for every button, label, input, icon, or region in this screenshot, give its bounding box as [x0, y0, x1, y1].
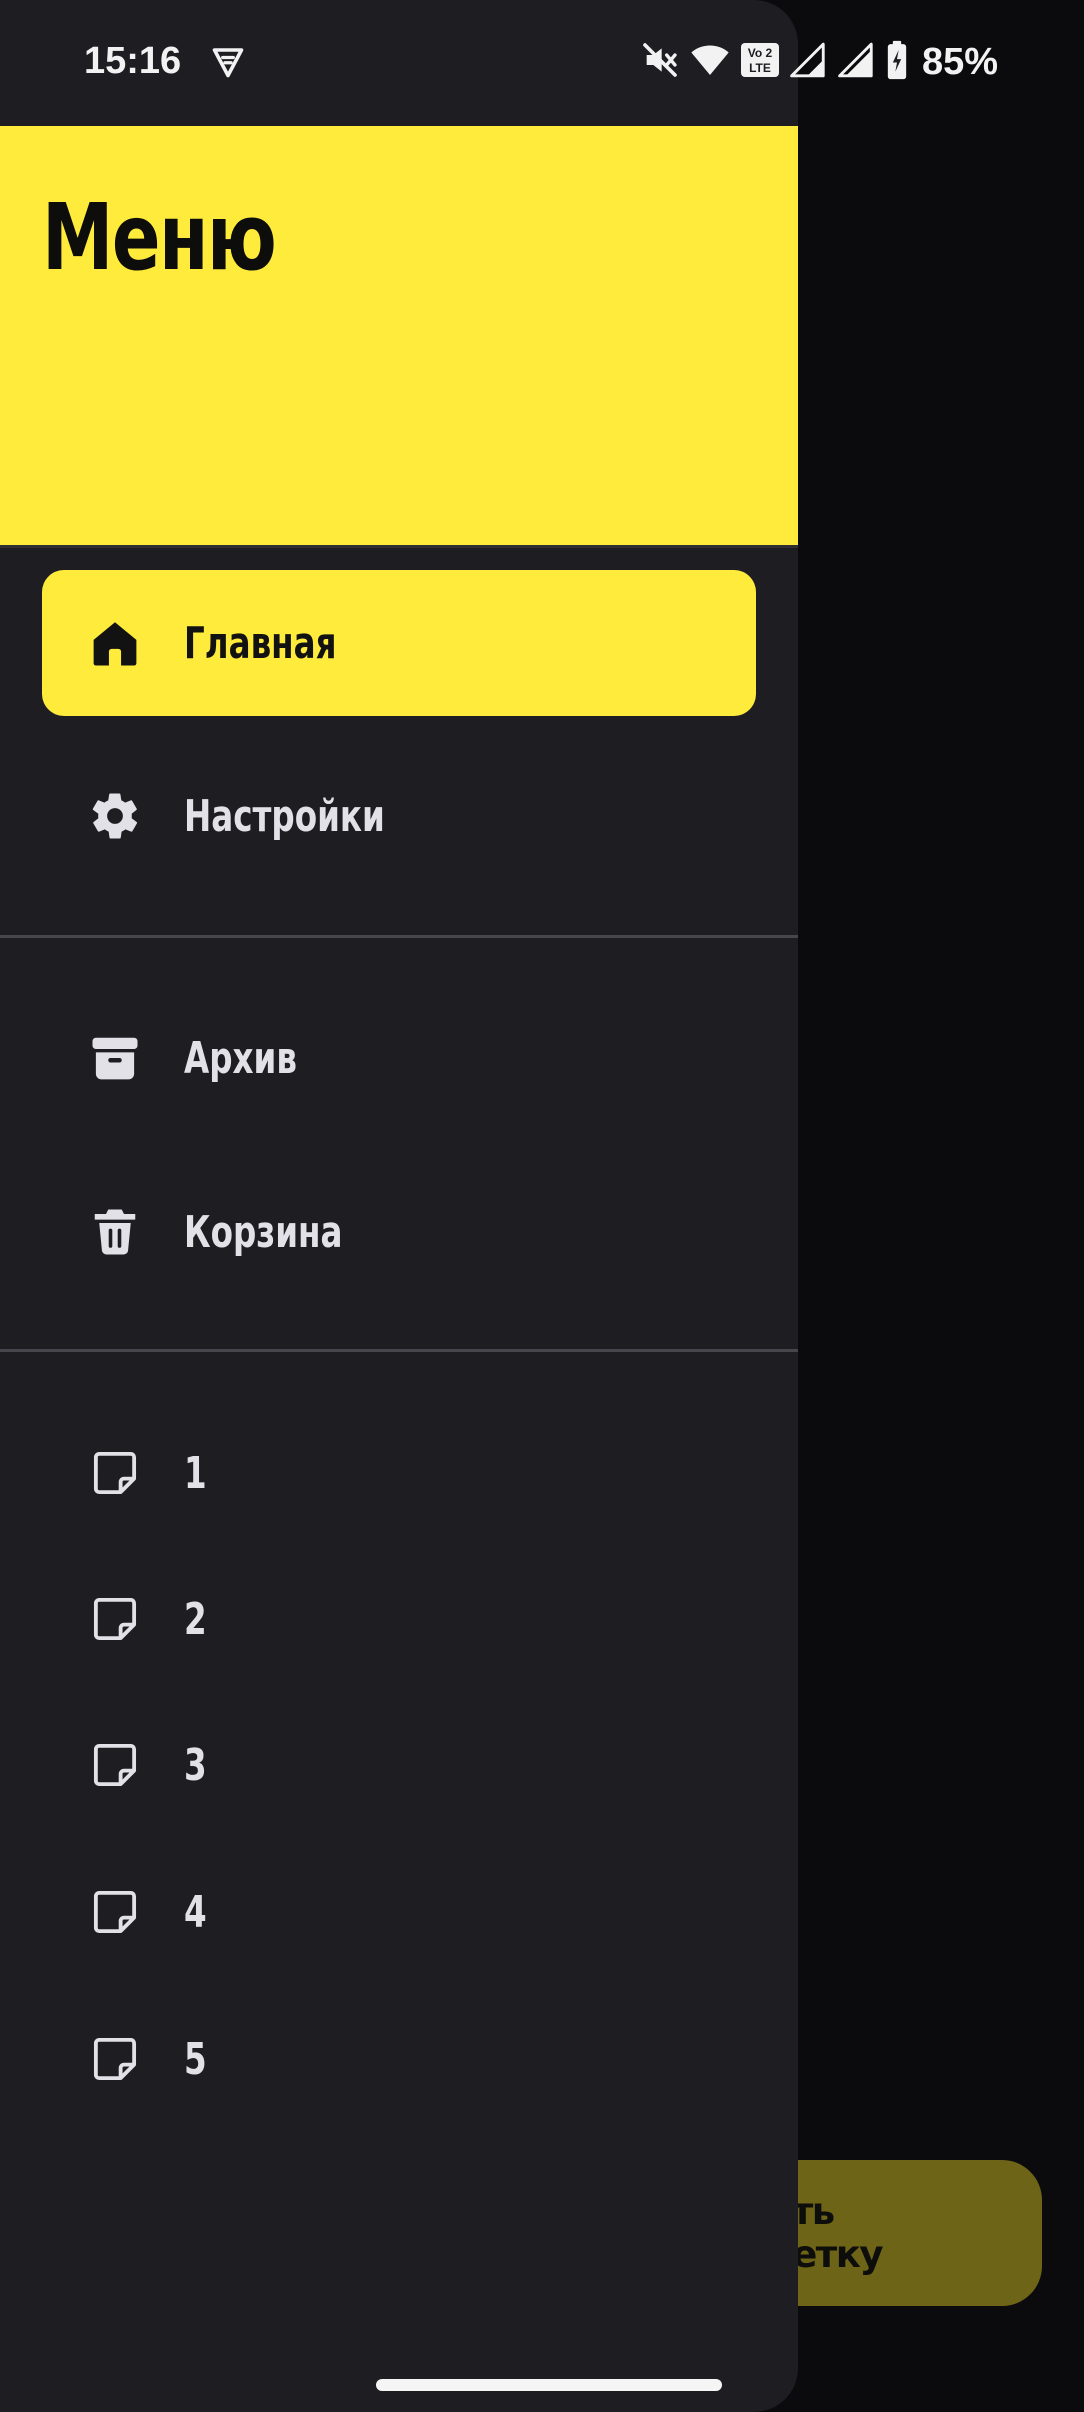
nav-item-archive[interactable]: Архив: [42, 985, 756, 1131]
nav-label-trash: Корзина: [184, 1206, 343, 1258]
note-icon: [86, 1736, 144, 1794]
status-icons: Vo 2 LTE 85%: [640, 40, 998, 84]
status-bar: 15:16 Vo 2 LTE 85%: [0, 0, 1084, 126]
note-icon: [86, 1883, 144, 1941]
trash-icon: [86, 1203, 144, 1261]
nav-item-trash[interactable]: Корзина: [42, 1159, 756, 1305]
note-label: 2: [184, 1593, 207, 1645]
note-icon: [86, 2030, 144, 2088]
note-item-3[interactable]: 3: [42, 1692, 756, 1838]
drawer-header: Меню: [0, 126, 798, 546]
signal-roaming-icon: [790, 40, 828, 85]
navigation-drawer: Меню Главная Настройки Архив Корзина 1 2…: [0, 0, 798, 2412]
note-item-5[interactable]: 5: [42, 1986, 756, 2132]
nav-item-settings[interactable]: Настройки: [42, 743, 756, 889]
note-label: 3: [184, 1739, 207, 1791]
battery-level: 85%: [922, 40, 999, 83]
gear-icon: [86, 787, 144, 845]
header-divider: [0, 545, 798, 548]
wifi-icon: [690, 40, 730, 85]
vpn-icon: [210, 44, 246, 80]
battery-charging-icon: [886, 40, 908, 85]
note-label: 1: [184, 1447, 207, 1499]
home-indicator[interactable]: [376, 2379, 722, 2391]
drawer-title: Меню: [42, 184, 277, 291]
note-item-1[interactable]: 1: [42, 1400, 756, 1546]
divider: [0, 935, 798, 938]
volte-top: Vo 2: [748, 46, 773, 60]
note-icon: [86, 1444, 144, 1502]
nav-label-home: Главная: [184, 617, 337, 669]
note-label: 4: [184, 1886, 207, 1938]
home-icon: [86, 614, 144, 672]
note-icon: [86, 1590, 144, 1648]
status-time: 15:16: [84, 40, 182, 82]
screen: здать заметку Меню Главная Настройки: [0, 0, 1084, 2412]
mute-icon: [640, 40, 680, 85]
note-item-2[interactable]: 2: [42, 1546, 756, 1692]
volte-icon: Vo 2 LTE: [740, 40, 780, 85]
nav-item-home[interactable]: Главная: [42, 570, 756, 716]
note-label: 5: [184, 2033, 207, 2085]
nav-label-archive: Архив: [184, 1032, 297, 1084]
volte-bottom: LTE: [749, 61, 771, 75]
signal-icon: [838, 40, 876, 85]
nav-label-settings: Настройки: [184, 790, 385, 842]
divider: [0, 1349, 798, 1352]
archive-icon: [86, 1029, 144, 1087]
note-item-4[interactable]: 4: [42, 1839, 756, 1985]
